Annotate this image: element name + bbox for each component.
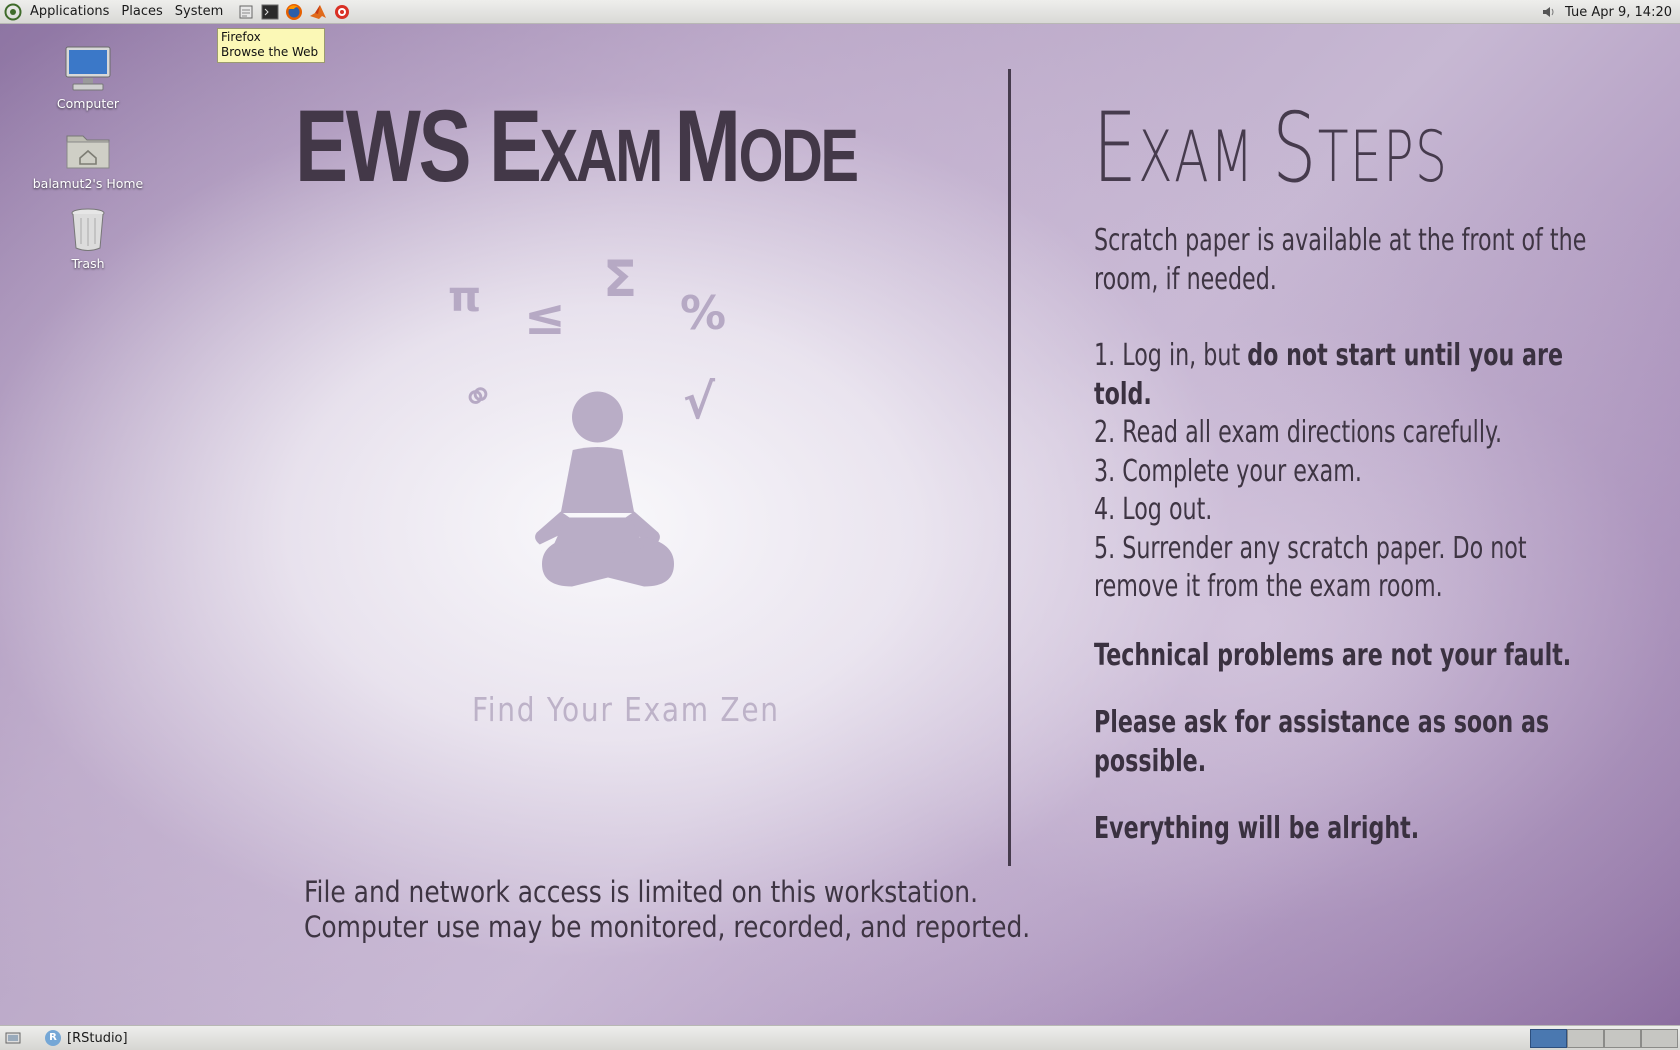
workspace-4[interactable] [1641,1029,1678,1048]
desktop-icon-trash[interactable]: Trash [18,204,158,271]
matlab-icon[interactable] [307,1,329,23]
workspace-1[interactable] [1530,1029,1567,1048]
menu-system[interactable]: System [169,0,229,24]
zen-caption: Find Your Exam Zen [472,690,780,729]
step-item: 1. Log in, but do not start until you ar… [1094,337,1605,414]
trash-icon [63,204,113,254]
desktop-icon-label: balamut2's Home [32,176,144,191]
desktop-icon-label: Trash [71,256,105,271]
tooltip-title: Firefox [221,30,261,44]
title-part: EWS [295,89,489,203]
access-notice: File and network access is limited on th… [304,875,1030,945]
exam-mode-title: EWS EXAM MODE [295,88,859,205]
desktop-icon-home[interactable]: balamut2's Home [18,124,158,191]
step-item: 2. Read all exam directions carefully. [1094,415,1503,450]
firefox-tooltip: Firefox Browse the Web [217,28,325,63]
firefox-icon[interactable] [283,1,305,23]
top-right-tray: Tue Apr 9, 14:20 [1539,0,1680,24]
heading-part: S [1272,92,1318,204]
heading-part: E [1093,92,1139,204]
computer-icon [63,44,113,94]
notice-line: Computer use may be monitored, recorded,… [304,910,1031,944]
heading-part: TEPS [1317,116,1449,198]
pi-symbol: π [448,272,482,321]
column-divider [1008,69,1011,866]
taskbar-item-label: [RStudio] [67,1030,128,1046]
exam-steps-body: Scratch paper is available at the front … [1094,222,1605,878]
show-desktop-icon[interactable] [3,1028,23,1048]
bottom-panel: R [RStudio] [0,1025,1680,1050]
heading-part: XAM [1138,116,1273,198]
intro-text: Scratch paper is available at the front … [1094,223,1587,297]
exam-steps-heading: EXAM STEPS [1093,92,1448,204]
clock[interactable]: Tue Apr 9, 14:20 [1559,5,1680,20]
top-panel: Applications Places System Tue Apr 9, 14… [0,0,1680,24]
sigma-symbol: Σ [603,250,638,308]
terminal-icon[interactable] [259,1,281,23]
volume-icon[interactable] [1539,4,1559,20]
desktop-icon-computer[interactable]: Computer [18,44,158,111]
desktop-wallpaper: Computer balamut2's Home Trash EWS EXAM … [0,24,1680,1025]
settings-icon[interactable] [331,1,353,23]
title-part: E [488,89,542,203]
rstudio-icon: R [45,1030,61,1046]
file-manager-icon[interactable] [235,1,257,23]
menu-applications[interactable]: Applications [24,0,115,24]
step-item: 4. Log out. [1094,492,1213,527]
meditation-figure-icon [535,391,674,587]
workspace-switcher [1530,1029,1678,1048]
tooltip-subtitle: Browse the Web [221,45,319,59]
step-item: 5. Surrender any scratch paper. Do not r… [1094,530,1527,605]
leq-symbol: ≤ [524,288,566,346]
title-part: XAM [539,114,675,197]
workspace-2[interactable] [1567,1029,1604,1048]
title-part: ODE [738,114,859,197]
notice-line: File and network access is limited on th… [304,875,979,909]
reassurance-text: Everything will be alright. [1094,811,1420,846]
workspace-3[interactable] [1604,1029,1641,1048]
reassurance-text: Technical problems are not your fault. [1094,637,1572,673]
menu-places[interactable]: Places [115,0,168,24]
home-folder-icon [63,124,113,174]
step-text: 1. Log in, but [1094,338,1248,373]
title-part: M [674,89,741,203]
reassurance-text: Please ask for assistance as soon as pos… [1094,705,1550,779]
percent-symbol: % [680,286,727,340]
desktop-icon-label: Computer [56,96,120,111]
distro-logo-icon[interactable] [2,1,24,23]
taskbar-item-rstudio[interactable]: R [RStudio] [41,1027,132,1049]
step-item: 3. Complete your exam. [1094,453,1362,489]
